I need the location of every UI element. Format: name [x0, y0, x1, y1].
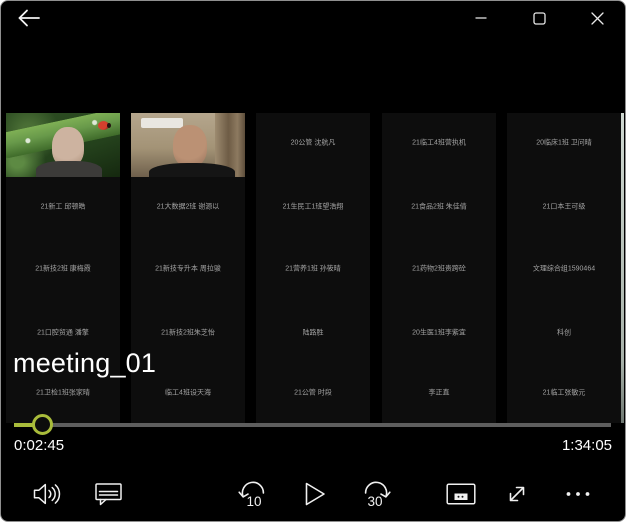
more-button[interactable] — [558, 474, 598, 514]
fullscreen-icon — [503, 480, 531, 508]
grid-scrollbar — [621, 113, 624, 423]
video-surface[interactable]: 21新工 邱顿皓 21新技2班 康梅霞 21口腔贸通 潘擎 21卫检1班张家晴 21大数… — [1, 1, 625, 521]
participant-name: 20临床1班 卫问晴 — [508, 139, 620, 148]
media-title: meeting_01 — [13, 348, 156, 379]
maximize-icon — [533, 12, 546, 25]
fullscreen-button[interactable] — [497, 474, 537, 514]
picture-in-picture-icon — [446, 483, 476, 505]
participant-name: 21卫检1班张家晴 — [7, 389, 119, 398]
participant-name: 临工4班设天海 — [132, 389, 244, 398]
participant-name: 21生民工1班望浩翔 — [257, 203, 369, 212]
webcam-room-background — [131, 113, 245, 177]
seek-track[interactable] — [14, 423, 611, 427]
participant-name: 21营养1班 孙筱晴 — [257, 265, 369, 274]
video-player-window: 21新工 邱顿皓 21新技2班 康梅霞 21口腔贸通 潘擎 21卫检1班张家晴 21大数… — [0, 0, 626, 522]
participant-name: 陆路胜 — [257, 329, 369, 338]
participant-name: 20生医1班李紫宜 — [383, 329, 495, 338]
rotate-cw-icon: 30 — [360, 479, 392, 509]
mini-player-button[interactable] — [441, 474, 481, 514]
minimize-button[interactable] — [458, 1, 504, 35]
participant-name: 21口腔贸通 潘擎 — [7, 329, 119, 338]
ladybug — [98, 121, 109, 130]
participant-face — [173, 125, 207, 167]
participant-name: 21临工张敏元 — [508, 389, 620, 398]
participant-name: 21临工4班营执机 — [383, 139, 495, 148]
skip-forward-button[interactable]: 30 — [356, 474, 396, 514]
participant-name: 21新技专升本 周拉骏 — [132, 265, 244, 274]
time-elapsed: 0:02:45 — [14, 437, 64, 454]
participant-name: 文理综合组1590464 — [508, 265, 620, 274]
maximize-button[interactable] — [516, 1, 562, 35]
skip-forward-label: 30 — [367, 494, 382, 509]
back-button[interactable] — [9, 1, 49, 35]
participant-name: 21口本王可级 — [508, 203, 620, 212]
participant-name: 21新技2班朱芝怡 — [132, 329, 244, 338]
play-button[interactable] — [294, 474, 334, 514]
participant-name: 21新工 邱顿皓 — [7, 203, 119, 212]
captions-button[interactable] — [89, 474, 129, 514]
skip-back-button[interactable]: 10 — [233, 474, 273, 514]
speaker-icon — [32, 480, 62, 508]
air-conditioner — [141, 118, 183, 128]
participant-name: 20公管 沈航凡 — [257, 139, 369, 148]
rotate-ccw-icon: 10 — [237, 479, 269, 509]
captions-icon — [94, 481, 124, 508]
participant-torso — [36, 161, 102, 177]
participant-column: 20公管 沈航凡 21生民工1班望浩翔 21营养1班 孙筱晴陆路胜 21公管 时段 — [256, 113, 370, 423]
seek-handle[interactable] — [32, 414, 53, 435]
participant-torso — [149, 163, 235, 177]
participant-grid: 21新工 邱顿皓 21新技2班 康梅霞 21口腔贸通 潘擎 21卫检1班张家晴 21大数… — [1, 1, 625, 521]
participant-column: 21临工4班营执机 21食品2班 朱佳倩 21药物2班贵跨砼 20生医1班李紫宜李正直 — [382, 113, 496, 423]
ellipsis-icon — [564, 480, 592, 508]
participant-name: 21食品2班 朱佳倩 — [383, 203, 495, 212]
volume-button[interactable] — [27, 474, 67, 514]
participant-name: 21药物2班贵跨砼 — [383, 265, 495, 274]
play-icon — [299, 479, 329, 509]
participant-name: 李正直 — [383, 389, 495, 398]
time-duration: 1:34:05 — [562, 437, 612, 454]
close-icon — [591, 12, 604, 25]
participant-column: 20临床1班 卫问晴 21口本王可级文理综合组1590464 科创 21临工张敏元 — [507, 113, 621, 423]
webcam-leaf-background — [6, 113, 120, 177]
participant-name: 21公管 时段 — [257, 389, 369, 398]
participant-name: 21新技2班 康梅霞 — [7, 265, 119, 274]
participant-name: 21大数据2班 谢源以 — [132, 203, 244, 212]
close-button[interactable] — [574, 1, 620, 35]
skip-back-label: 10 — [246, 494, 261, 509]
minimize-icon — [475, 12, 487, 24]
back-arrow-icon — [16, 7, 42, 29]
participant-name: 科创 — [508, 329, 620, 338]
